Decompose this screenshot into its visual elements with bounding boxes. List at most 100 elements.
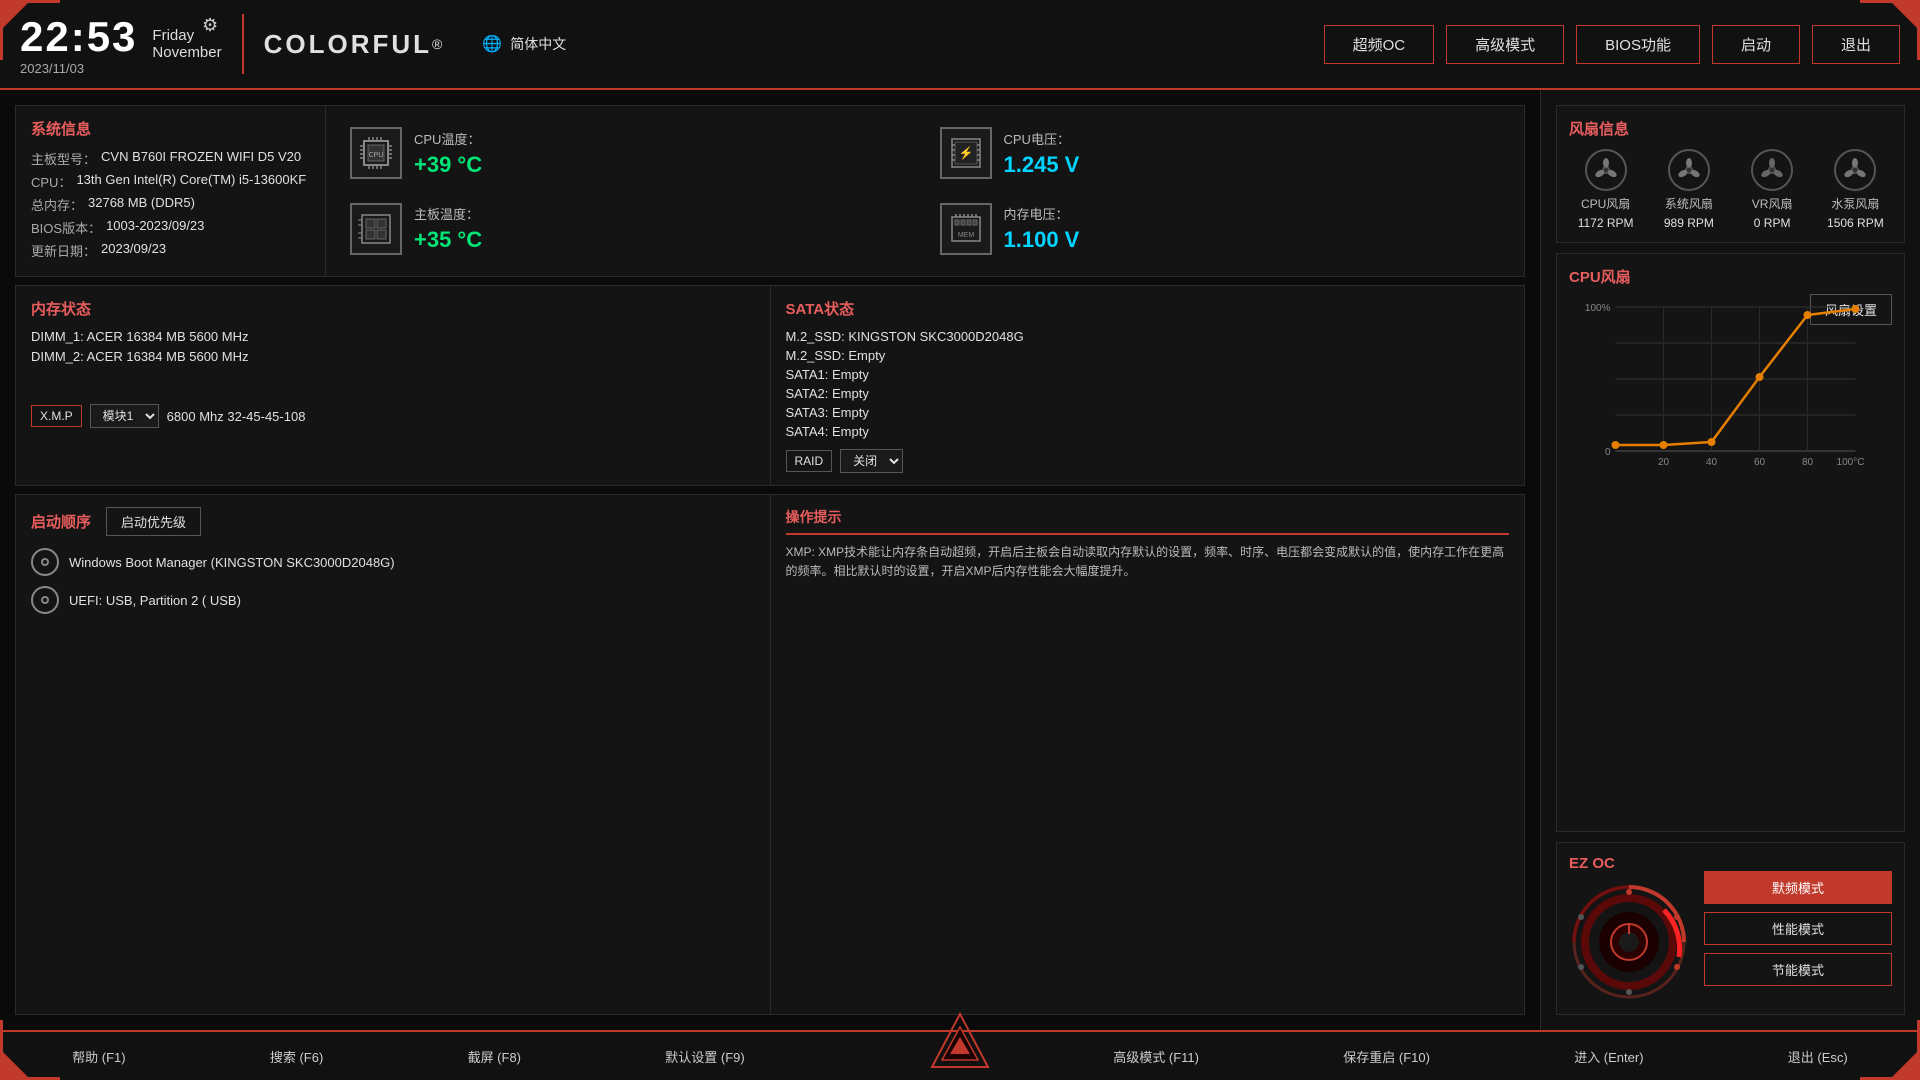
sata-item-2: SATA1: Empty [786, 367, 1510, 382]
boot-priority-btn[interactable]: 启动优先级 [106, 507, 201, 536]
svg-text:20: 20 [1658, 457, 1670, 468]
ezoc-default-btn[interactable]: 默频模式 [1704, 871, 1892, 904]
oc-button[interactable]: 超频OC [1324, 25, 1435, 64]
boot-button[interactable]: 启动 [1712, 25, 1800, 64]
boot-disk-inner-1 [41, 596, 49, 604]
header-divider [242, 14, 244, 74]
bottom-screenshot[interactable]: 截屏 (F8) [468, 1047, 521, 1066]
advanced-mode-button[interactable]: 高级模式 [1446, 25, 1564, 64]
svg-text:60: 60 [1754, 457, 1766, 468]
board-temp-label: 主板温度： [414, 204, 482, 223]
sata-item-0: M.2_SSD: KINGSTON SKC3000D2048G [786, 329, 1510, 344]
cpu-temp-card: CPU [338, 119, 923, 187]
cpu-value: 13th Gen Intel(R) Core(TM) i5-13600KF [76, 172, 306, 191]
update-label: 更新日期： [31, 241, 96, 260]
bios-button[interactable]: BIOS功能 [1576, 25, 1700, 64]
bottom-save[interactable]: 保存重启 (F10) [1343, 1047, 1430, 1066]
ezoc-buttons: 默频模式 性能模式 节能模式 [1704, 871, 1892, 986]
boot-section: 启动顺序 启动优先级 Windows Boot Manager (KINGSTO… [16, 495, 771, 1014]
board-temp-icon [350, 203, 402, 255]
bottom-search[interactable]: 搜索 (F6) [270, 1047, 323, 1066]
ram-value: 32768 MB (DDR5) [88, 195, 195, 214]
ezoc-performance-btn[interactable]: 性能模式 [1704, 912, 1892, 945]
ezoc-title: EZ OC [1569, 855, 1689, 872]
ram-label: 总内存： [31, 195, 83, 214]
sysinfo-title: 系统信息 [31, 118, 310, 139]
boot-disk-inner-0 [41, 558, 49, 566]
ezoc-section: EZ OC [1556, 842, 1905, 1015]
logo-reg: ® [432, 36, 442, 52]
bios-row: BIOS版本： 1003-2023/09/23 [31, 218, 310, 237]
update-row: 更新日期： 2023/09/23 [31, 241, 310, 260]
bottom-enter[interactable]: 进入 (Enter) [1574, 1047, 1643, 1066]
ezoc-dial [1569, 882, 1689, 1002]
sata-item-5: SATA4: Empty [786, 424, 1510, 439]
fan-item-3: 水泵风扇 1506 RPM [1819, 149, 1892, 230]
memory-sata-row: 内存状态 DIMM_1: ACER 16384 MB 5600 MHz DIMM… [15, 285, 1525, 486]
dimm2-row: DIMM_2: ACER 16384 MB 5600 MHz [31, 349, 755, 364]
ezoc-power-save-btn[interactable]: 节能模式 [1704, 953, 1892, 986]
board-icon-svg [358, 211, 394, 247]
module-select[interactable]: 模块1 [90, 404, 159, 428]
fan-item-1: 系统风扇 989 RPM [1652, 149, 1725, 230]
svg-text:100%: 100% [1585, 303, 1611, 314]
mem-volt-icon: MEM [940, 203, 992, 255]
boot-item-0: Windows Boot Manager (KINGSTON SKC3000D2… [31, 548, 755, 576]
tri-tr [1892, 3, 1917, 28]
cpu-icon-svg: CPU [358, 135, 394, 171]
bottom-exit-label: 退出 (Esc) [1788, 1047, 1848, 1066]
globe-icon: 🌐 [482, 34, 502, 54]
cpu-temp-icon: CPU [350, 127, 402, 179]
boot-disk-icon-0 [31, 548, 59, 576]
bottom-exit[interactable]: 退出 (Esc) [1788, 1047, 1848, 1066]
bottom-save-label: 保存重启 (F10) [1343, 1047, 1430, 1066]
fan-icon-0 [1585, 149, 1627, 191]
logo-section: COLORFUL® [264, 29, 443, 60]
bottom-default[interactable]: 默认设置 (F9) [665, 1047, 744, 1066]
svg-text:100°C: 100°C [1837, 457, 1865, 468]
board-row: 主板型号： CVN B760I FROZEN WIFI D5 V20 [31, 149, 310, 168]
boot-item-label-0: Windows Boot Manager (KINGSTON SKC3000D2… [69, 555, 395, 570]
left-panel: 系统信息 主板型号： CVN B760I FROZEN WIFI D5 V20 … [0, 90, 1540, 1030]
bottom-default-label: 默认设置 (F9) [665, 1047, 744, 1066]
sata-title: SATA状态 [786, 298, 1510, 319]
svg-text:40: 40 [1706, 457, 1718, 468]
svg-text:⚡: ⚡ [958, 146, 973, 160]
raid-select[interactable]: 关闭 [840, 449, 903, 473]
board-value: CVN B760I FROZEN WIFI D5 V20 [101, 149, 301, 168]
fan-grid: CPU风扇 1172 RPM 系统风扇 989 RPM [1569, 149, 1892, 230]
logo-text: COLORFUL [264, 29, 432, 60]
main-content: 系统信息 主板型号： CVN B760I FROZEN WIFI D5 V20 … [0, 90, 1920, 1030]
cpu-fan-title: CPU风扇 [1569, 266, 1631, 287]
tri-br [1892, 1052, 1917, 1077]
bottom-enter-label: 进入 (Enter) [1574, 1047, 1643, 1066]
fan-item-2: VR风扇 0 RPM [1736, 149, 1809, 230]
header-buttons: 超频OC 高级模式 BIOS功能 启动 退出 [1324, 25, 1900, 64]
fan-name-2: VR风扇 [1752, 195, 1793, 212]
memory-title: 内存状态 [31, 298, 755, 319]
memory-section: 内存状态 DIMM_1: ACER 16384 MB 5600 MHz DIMM… [16, 286, 771, 485]
cpu-volt-icon: ⚡ [940, 127, 992, 179]
lang-selector[interactable]: 🌐 简体中文 [482, 34, 566, 54]
month-name: November [152, 44, 221, 61]
fan-name-1: 系统风扇 [1665, 195, 1713, 212]
bios-value: 1003-2023/09/23 [106, 218, 204, 237]
bottom-search-label: 搜索 (F6) [270, 1047, 323, 1066]
cpu-volt-info: CPU电压： 1.245 V [1004, 129, 1080, 178]
fan-rpm-1: 989 RPM [1664, 216, 1714, 230]
sysinfo-row: 系统信息 主板型号： CVN B760I FROZEN WIFI D5 V20 … [15, 105, 1525, 277]
fan-rpm-2: 0 RPM [1754, 216, 1791, 230]
sata-item-4: SATA3: Empty [786, 405, 1510, 420]
svg-text:80: 80 [1802, 457, 1814, 468]
bottom-advanced[interactable]: 高级模式 (F11) [1113, 1047, 1199, 1066]
hint-text: XMP: XMP技术能让内存条自动超频，开启后主板会自动读取内存默认的设置，频率… [786, 543, 1510, 581]
xmp-badge: X.M.P [31, 405, 82, 427]
fan-name-3: 水泵风扇 [1831, 195, 1879, 212]
update-value: 2023/09/23 [101, 241, 166, 260]
bottom-help[interactable]: 帮助 (F1) [72, 1047, 125, 1066]
svg-text:CPU: CPU [369, 152, 384, 159]
cpu-volt-card: ⚡ CPU电压： 1.245 V [928, 119, 1513, 187]
gear-icon[interactable]: ⚙ [202, 15, 218, 36]
bottom-screenshot-label: 截屏 (F8) [468, 1047, 521, 1066]
xmp-value: 6800 Mhz 32-45-45-108 [167, 409, 306, 424]
